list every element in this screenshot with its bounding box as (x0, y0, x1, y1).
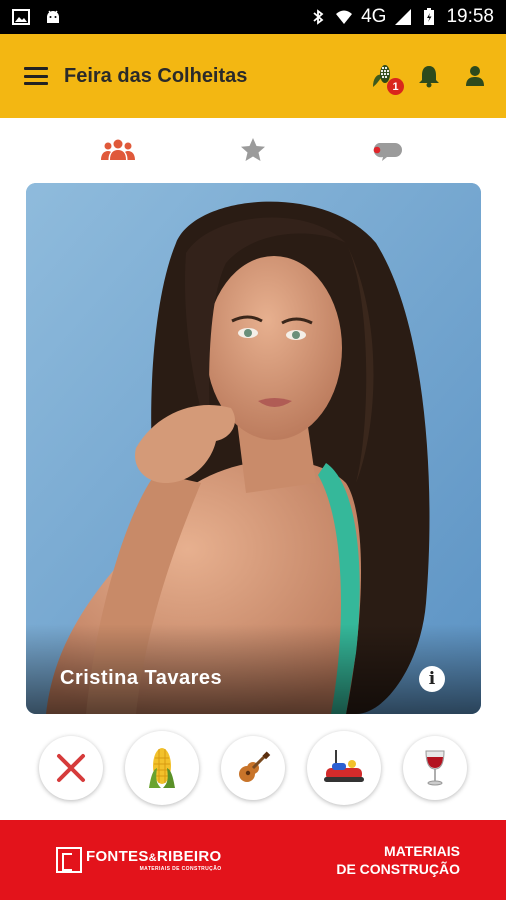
notifications-button[interactable] (416, 63, 442, 89)
chat-icon (374, 143, 403, 161)
drink-button[interactable] (403, 736, 467, 800)
gallery-icon (12, 9, 30, 25)
brand-right: RIBEIRO (156, 848, 222, 865)
music-button[interactable] (221, 736, 285, 800)
wine-glass-icon (425, 750, 445, 786)
close-icon (57, 754, 85, 782)
brand-logo: FONTES&RIBEIRO MATERIAIS DE CONSTRUÇÃO (56, 847, 222, 873)
menu-icon[interactable] (24, 67, 48, 85)
user-icon (466, 66, 484, 86)
harvest-button[interactable]: 1 (370, 63, 404, 95)
profile-name: Cristina Tavares (60, 667, 223, 689)
app-bar: Feira das Colheitas 1 (0, 34, 506, 118)
tab-favorites[interactable] (223, 130, 283, 170)
clock: 19:58 (446, 6, 494, 27)
brand-left: FONTES (86, 848, 149, 865)
network-label: 4G (361, 6, 387, 27)
brand-subtitle: MATERIAIS DE CONSTRUÇÃO (139, 866, 222, 872)
battery-icon (424, 8, 435, 25)
status-bar: 4G 19:58 (0, 0, 506, 34)
fun-button[interactable] (307, 731, 381, 805)
corn-like-button[interactable] (125, 731, 199, 805)
star-icon (240, 138, 265, 161)
tab-people[interactable] (88, 130, 148, 170)
tab-bar (0, 118, 506, 182)
profile-card[interactable]: Cristina Tavares i (26, 183, 481, 714)
bumper-car-icon (324, 750, 364, 782)
signal-icon (395, 9, 412, 25)
ad-tagline: MATERIAIS DE CONSTRUÇÃO (336, 842, 460, 878)
action-bar (0, 728, 506, 808)
bluetooth-icon (313, 9, 324, 25)
ad-tagline-line1: MATERIAIS (384, 843, 460, 859)
people-icon (100, 139, 135, 160)
page-title: Feira das Colheitas (64, 64, 248, 87)
reject-button[interactable] (39, 736, 103, 800)
tab-chat[interactable] (358, 130, 418, 170)
brand-amp: & (148, 852, 157, 864)
corn-icon (149, 748, 175, 788)
bell-icon (419, 66, 439, 88)
ad-tagline-line2: DE CONSTRUÇÃO (336, 861, 460, 877)
ad-banner[interactable]: FONTES&RIBEIRO MATERIAIS DE CONSTRUÇÃO M… (0, 820, 506, 900)
android-icon (47, 10, 59, 23)
wifi-icon (336, 10, 353, 24)
info-icon[interactable]: i (419, 666, 445, 692)
profile-button[interactable] (462, 63, 488, 89)
logo-mark-icon (56, 847, 82, 873)
guitar-icon (239, 751, 271, 782)
notification-badge: 1 (387, 78, 404, 95)
